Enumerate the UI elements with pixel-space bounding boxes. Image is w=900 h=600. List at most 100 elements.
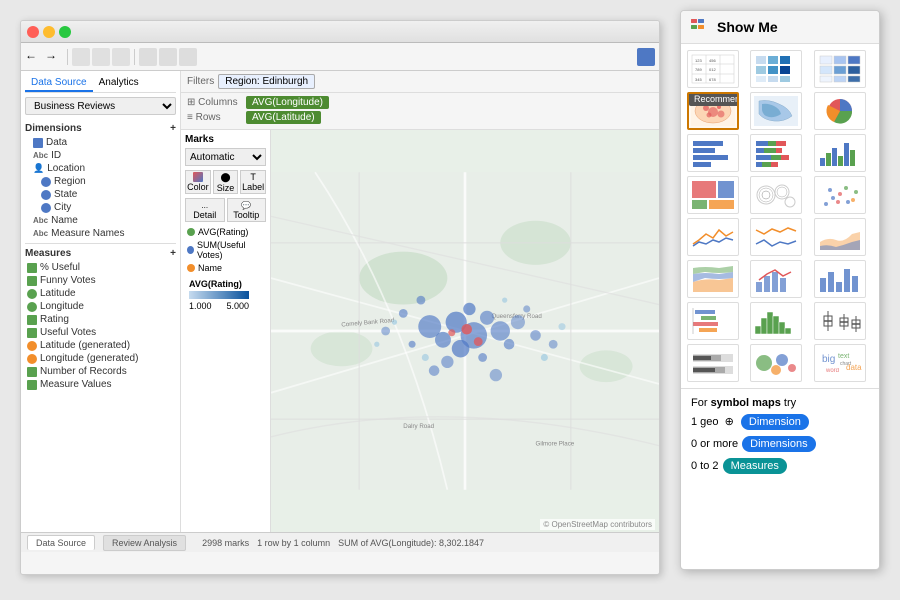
dimensions-tag[interactable]: Dimensions (742, 436, 815, 452)
svg-text:big: big (822, 354, 835, 365)
dim-city[interactable]: City (25, 201, 176, 214)
forward-icon[interactable]: → (45, 48, 63, 66)
show-me-title: Show Me (717, 19, 778, 35)
measure-icon-uv (27, 328, 37, 338)
color-swatch (193, 172, 203, 182)
back-icon[interactable]: ← (25, 48, 43, 66)
datasource-select[interactable]: Business Reviews (25, 97, 176, 115)
symbol-map-try-text: For symbol maps try (691, 397, 869, 409)
measure-useful[interactable]: % Useful (25, 261, 176, 274)
rows-row: ≡ Rows AVG(Latitude) (187, 111, 653, 124)
marks-panel: Marks Automatic Color ⬤ Size (181, 130, 271, 532)
measure-funny[interactable]: Funny Votes (25, 274, 176, 287)
rows-pill[interactable]: AVG(Latitude) (246, 111, 321, 124)
undo-icon[interactable] (92, 48, 110, 66)
status-detail2: SUM of AVG(Longitude): 8,302.1847 (338, 538, 484, 548)
chart-treemap[interactable] (687, 176, 739, 214)
map-copyright: © OpenStreetMap contributors (540, 519, 655, 530)
measure-icon-rating (27, 315, 37, 325)
duplicate-icon[interactable] (179, 48, 197, 66)
measure-latitude[interactable]: Latitude (25, 287, 176, 300)
geo-icon: ⊕ (725, 416, 734, 428)
geo-req-text: 1 geo (691, 416, 719, 428)
save-icon[interactable] (72, 48, 90, 66)
tab-data[interactable]: Data Source (25, 75, 93, 92)
chart-text-table[interactable]: 123456 789012 345678 (687, 50, 739, 88)
dim-id[interactable]: Abc ID (25, 149, 176, 162)
measure-longitude[interactable]: Longitude (25, 300, 176, 313)
abc-icon-mnames: Abc (33, 229, 48, 238)
tableau-window: ← → Data Source Analytics Business Revie… (20, 20, 660, 575)
dimension-tag[interactable]: Dimension (741, 414, 809, 430)
marks-buttons: Color ⬤ Size T Label (185, 170, 266, 194)
measure-lat-gen[interactable]: Latitude (generated) (25, 339, 176, 352)
chart-highlight-table[interactable] (814, 50, 866, 88)
new-datasource-icon[interactable] (139, 48, 157, 66)
marks-card-rating[interactable]: AVG(Rating) (185, 226, 266, 238)
marks-color-btn[interactable]: Color (185, 170, 211, 194)
dim-name[interactable]: Abc Name (25, 214, 176, 227)
chart-gantt[interactable] (687, 302, 739, 340)
maximize-btn[interactable] (59, 26, 71, 38)
marks-buttons-2: ... Detail 💬 Tooltip (185, 198, 266, 222)
globe-icon-city (41, 203, 51, 213)
chart-bullet-bar[interactable] (687, 344, 739, 382)
show-me-icon[interactable] (637, 48, 655, 66)
marks-label-btn[interactable]: T Label (240, 170, 266, 194)
close-btn[interactable] (27, 26, 39, 38)
marks-card-useful[interactable]: SUM(Useful Votes) (185, 239, 266, 261)
chart-packed-dots[interactable] (750, 344, 802, 382)
chart-packed-bubbles[interactable] (750, 176, 802, 214)
dim-location[interactable]: 👤 Location (25, 162, 176, 175)
tab-analytics[interactable]: Analytics (93, 75, 145, 92)
chart-vert-bar[interactable] (814, 260, 866, 298)
marks-size-btn[interactable]: ⬤ Size (213, 170, 239, 194)
abc-icon: Abc (33, 151, 48, 160)
chart-horiz-bar[interactable] (687, 134, 739, 172)
abc-icon-name: Abc (33, 216, 48, 225)
measure-rating[interactable]: Rating (25, 313, 176, 326)
chart-scatter[interactable] (814, 176, 866, 214)
chart-histogram[interactable] (750, 302, 802, 340)
dim-data[interactable]: Data (25, 136, 176, 149)
measure-useful-votes[interactable]: Useful Votes (25, 326, 176, 339)
columns-pill[interactable]: AVG(Longitude) (246, 96, 329, 109)
chart-heat-map[interactable] (750, 50, 802, 88)
title-bar (21, 21, 659, 43)
marks-detail-btn[interactable]: ... Detail (185, 198, 225, 222)
chart-dual-combination[interactable] (750, 260, 802, 298)
connect-icon[interactable] (159, 48, 177, 66)
review-analysis-tab[interactable]: Review Analysis (103, 535, 186, 551)
measure-num-records[interactable]: Number of Records (25, 365, 176, 378)
measure-lon-gen[interactable]: Longitude (generated) (25, 352, 176, 365)
minimize-btn[interactable] (43, 26, 55, 38)
filter-pill-region[interactable]: Region: Edinburgh (218, 74, 315, 89)
measures-header: Measures + (25, 248, 176, 259)
svg-text:345: 345 (695, 77, 702, 82)
chart-symbol-map[interactable]: Recommended (687, 92, 739, 130)
chart-area[interactable] (814, 218, 866, 256)
chart-dual-line[interactable] (750, 218, 802, 256)
chart-stacked-area[interactable] (687, 260, 739, 298)
redo-icon[interactable] (112, 48, 130, 66)
datasource-tab[interactable]: Data Source (27, 535, 95, 550)
dimensions-add-icon[interactable]: + (170, 123, 176, 134)
chart-word-cloud[interactable]: big text word data chart (814, 344, 866, 382)
measures-add-icon[interactable]: + (170, 248, 176, 259)
measures-tag[interactable]: Measures (723, 458, 787, 474)
marks-card-name[interactable]: Name (185, 262, 266, 274)
chart-pie[interactable] (814, 92, 866, 130)
marks-tooltip-btn[interactable]: 💬 Tooltip (227, 198, 267, 222)
dim-region[interactable]: Region (25, 175, 176, 188)
chart-filled-map[interactable] (750, 92, 802, 130)
marks-type-select[interactable]: Automatic (185, 148, 266, 166)
chart-side-by-side-bar[interactable] (814, 134, 866, 172)
chart-stacked-bar[interactable] (750, 134, 802, 172)
chart-box-plot[interactable] (814, 302, 866, 340)
map-area[interactable]: Comely Bank Road Queensferry Road Dalry … (271, 130, 659, 532)
dim-measure-names[interactable]: Abc Measure Names (25, 227, 176, 240)
dim-state[interactable]: State (25, 188, 176, 201)
legend-area: AVG(Rating) 1.000 5.000 (185, 275, 266, 315)
chart-line[interactable] (687, 218, 739, 256)
measure-values[interactable]: Measure Values (25, 378, 176, 391)
